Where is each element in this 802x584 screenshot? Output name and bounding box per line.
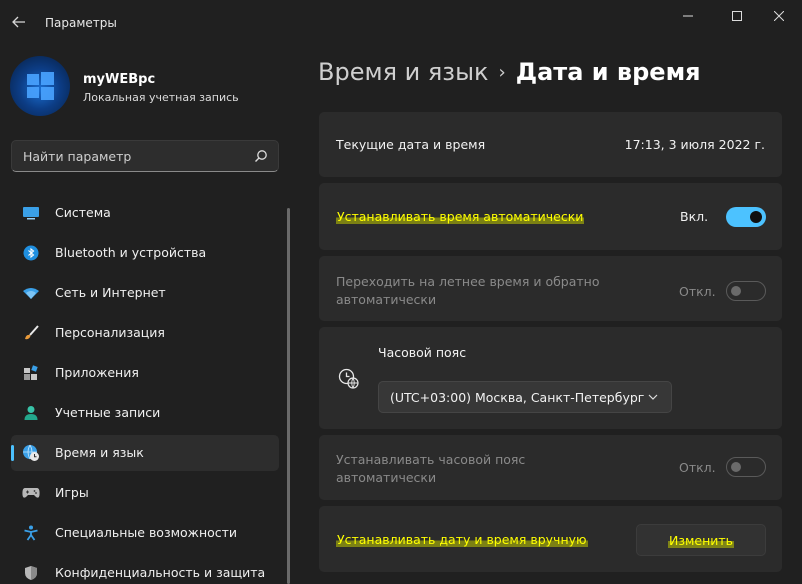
dst-label-line2: автоматически — [336, 292, 437, 307]
sidebar-item-label: Игры — [55, 485, 89, 500]
breadcrumb: Время и язык › Дата и время — [318, 58, 701, 92]
current-datetime-label: Текущие дата и время — [336, 137, 486, 152]
breadcrumb-separator: › — [498, 62, 506, 83]
dst-toggle[interactable] — [726, 281, 766, 301]
dst-card: Переходить на летнее время и обратно авт… — [319, 256, 782, 321]
current-datetime-card: Текущие дата и время 17:13, 3 июля 2022 … — [319, 112, 782, 177]
auto-timezone-toggle[interactable] — [726, 457, 766, 477]
monitor-icon — [22, 204, 40, 222]
sidebar-item-gaming[interactable]: Игры — [11, 475, 279, 511]
timezone-dropdown[interactable]: (UTC+03:00) Москва, Санкт-Петербург — [378, 381, 672, 413]
minimize-icon — [683, 15, 693, 17]
maximize-icon — [732, 11, 742, 21]
person-icon — [22, 404, 40, 422]
brush-icon — [22, 324, 40, 342]
sidebar-item-privacy[interactable]: Конфиденциальность и защита — [11, 555, 279, 584]
dst-label: Переходить на летнее время и обратно авт… — [336, 273, 600, 309]
maximize-button[interactable] — [714, 0, 760, 32]
title-bar: Параметры — [0, 0, 802, 46]
user-name: myWEBpc — [83, 72, 156, 87]
dst-label-line1: Переходить на летнее время и обратно — [336, 274, 600, 289]
change-datetime-button[interactable]: Изменить — [636, 524, 766, 556]
manual-datetime-label: Устанавливать дату и время вручную — [336, 531, 588, 549]
auto-time-card: Устанавливать время автоматически Вкл. — [319, 183, 782, 250]
auto-time-label: Устанавливать время автоматически — [336, 208, 585, 226]
timezone-label: Часовой пояс — [378, 345, 467, 360]
change-button-label: Изменить — [667, 532, 735, 548]
windows-logo-icon — [27, 72, 54, 100]
sidebar-item-label: Специальные возможности — [55, 525, 238, 540]
current-datetime-value: 17:13, 3 июля 2022 г. — [624, 137, 765, 152]
auto-time-toggle[interactable] — [726, 207, 766, 227]
close-icon — [774, 11, 784, 21]
auto-timezone-label-line1: Устанавливать часовой пояс — [336, 452, 526, 467]
back-arrow-icon — [12, 16, 25, 28]
auto-timezone-card: Устанавливать часовой пояс автоматически… — [319, 435, 782, 500]
sidebar-item-label: Система — [55, 205, 111, 220]
accessibility-icon — [22, 524, 40, 542]
auto-time-state: Вкл. — [680, 209, 709, 224]
sidebar-scrollbar[interactable] — [287, 208, 290, 584]
toggle-knob — [731, 462, 741, 472]
toggle-knob — [731, 286, 741, 296]
sidebar-item-label: Время и язык — [55, 445, 144, 460]
sidebar-item-accounts[interactable]: Учетные записи — [11, 395, 279, 431]
timezone-value: (UTC+03:00) Москва, Санкт-Петербург — [390, 390, 645, 405]
page-title: Дата и время — [515, 58, 701, 86]
sidebar-item-time-language[interactable]: Время и язык — [11, 435, 279, 471]
search-placeholder: Найти параметр — [23, 149, 132, 164]
apps-icon — [22, 364, 40, 382]
sidebar-nav: Система Bluetooth и устройства Сеть и Ин… — [11, 195, 279, 584]
sidebar-item-label: Сеть и Интернет — [55, 285, 166, 300]
close-button[interactable] — [756, 0, 802, 32]
sidebar-item-label: Приложения — [55, 365, 139, 380]
auto-timezone-label-line2: автоматически — [336, 470, 437, 485]
breadcrumb-parent[interactable]: Время и язык — [318, 58, 489, 86]
toggle-knob — [750, 211, 762, 223]
sidebar-item-label: Учетные записи — [55, 405, 161, 420]
manual-datetime-label-text: Устанавливать дату и время вручную — [336, 532, 588, 547]
app-title: Параметры — [45, 16, 117, 30]
manual-datetime-card: Устанавливать дату и время вручную Измен… — [319, 506, 782, 572]
bluetooth-icon — [22, 244, 40, 262]
timezone-globe-icon — [338, 368, 360, 394]
sidebar-item-label: Bluetooth и устройства — [55, 245, 207, 260]
shield-icon — [22, 564, 40, 582]
globe-clock-icon — [22, 444, 40, 462]
avatar — [10, 56, 70, 116]
sidebar-item-system[interactable]: Система — [11, 195, 279, 231]
minimize-button[interactable] — [665, 0, 711, 32]
search-icon — [255, 150, 267, 162]
dst-state: Откл. — [679, 284, 716, 299]
sidebar-item-label: Персонализация — [55, 325, 165, 340]
search-input[interactable]: Найти параметр — [11, 140, 279, 172]
user-profile[interactable]: myWEBpc Локальная учетная запись — [10, 56, 290, 116]
chevron-down-icon — [648, 394, 658, 400]
sidebar-item-label: Конфиденциальность и защита — [55, 565, 266, 580]
wifi-icon — [22, 284, 40, 302]
account-type: Локальная учетная запись — [83, 91, 239, 104]
back-button[interactable] — [8, 10, 30, 34]
sidebar-item-bluetooth[interactable]: Bluetooth и устройства — [11, 235, 279, 271]
gamepad-icon — [22, 484, 40, 502]
auto-timezone-state: Откл. — [679, 460, 716, 475]
auto-time-label-text: Устанавливать время автоматически — [336, 209, 585, 224]
sidebar-item-accessibility[interactable]: Специальные возможности — [11, 515, 279, 551]
auto-timezone-label: Устанавливать часовой пояс автоматически — [336, 451, 525, 487]
sidebar-item-personalization[interactable]: Персонализация — [11, 315, 279, 351]
timezone-card: Часовой пояс (UTC+03:00) Москва, Санкт-П… — [319, 327, 782, 429]
sidebar-item-network[interactable]: Сеть и Интернет — [11, 275, 279, 311]
sidebar-item-apps[interactable]: Приложения — [11, 355, 279, 391]
